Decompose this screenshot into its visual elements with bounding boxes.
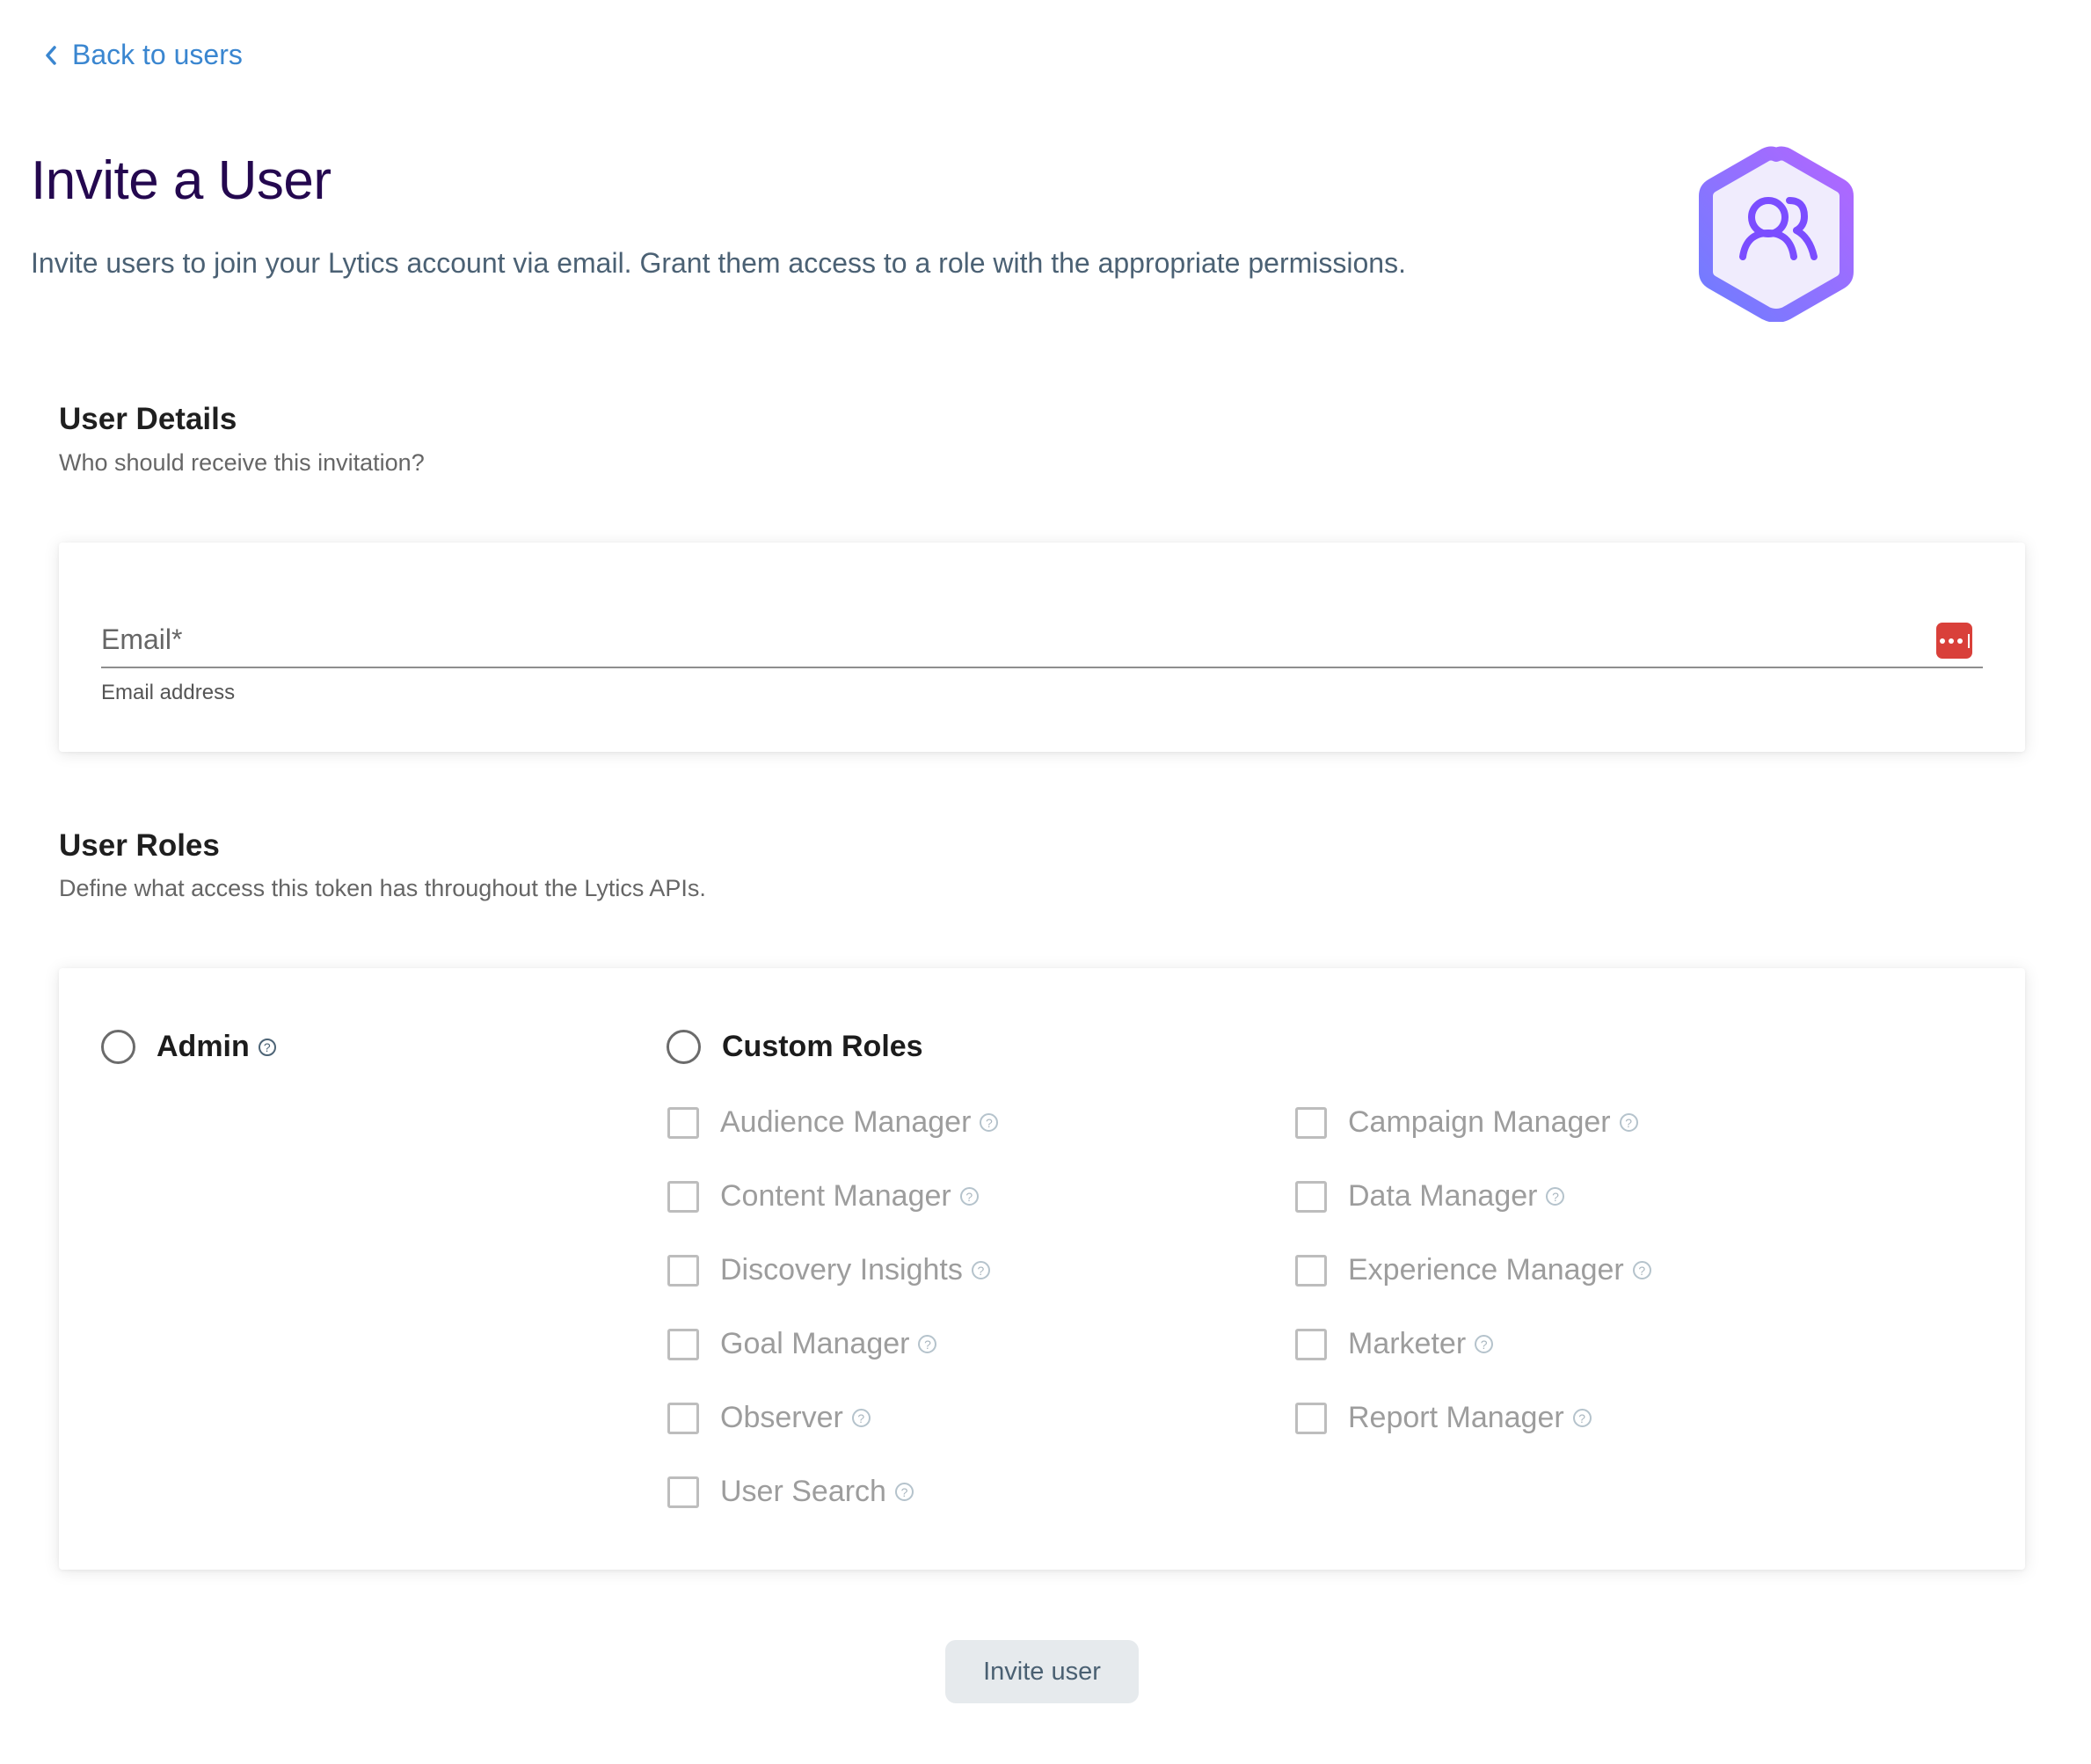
- admin-radio-option[interactable]: Admin ?: [101, 1030, 276, 1064]
- invite-user-button[interactable]: Invite user: [945, 1640, 1139, 1703]
- role-checkbox[interactable]: [667, 1106, 699, 1139]
- help-circle-icon[interactable]: ?: [959, 1187, 979, 1206]
- role-checkbox[interactable]: [667, 1254, 699, 1287]
- password-manager-icon[interactable]: [1936, 623, 1972, 659]
- role-checkbox[interactable]: [1295, 1402, 1327, 1434]
- help-circle-icon[interactable]: ?: [1546, 1187, 1565, 1206]
- email-input[interactable]: [101, 613, 1983, 667]
- email-helper-text: Email address: [101, 681, 236, 704]
- role-label: Experience Manager: [1348, 1253, 1624, 1287]
- role-label: Campaign Manager: [1348, 1105, 1611, 1139]
- help-circle-icon[interactable]: ?: [1572, 1409, 1592, 1427]
- help-circle-icon[interactable]: ?: [1475, 1335, 1494, 1353]
- help-circle-icon[interactable]: ?: [258, 1038, 276, 1056]
- user-roles-title: User Roles: [59, 828, 220, 863]
- role-option[interactable]: Campaign Manager?: [1295, 1105, 1638, 1140]
- role-label: Audience Manager: [720, 1105, 972, 1139]
- user-roles-card: Admin ? Custom Roles Audience Manager? Co…: [59, 968, 2025, 1570]
- page-title: Invite a User: [31, 150, 332, 211]
- role-option[interactable]: Data Manager?: [1295, 1179, 1565, 1214]
- help-circle-icon[interactable]: ?: [980, 1113, 999, 1132]
- user-details-title: User Details: [59, 402, 237, 436]
- role-checkbox[interactable]: [667, 1180, 699, 1213]
- role-checkbox[interactable]: [1295, 1328, 1327, 1360]
- custom-roles-label: Custom Roles: [722, 1030, 923, 1063]
- user-details-card: Email* Email address: [59, 543, 2025, 752]
- help-circle-icon[interactable]: ?: [851, 1409, 871, 1427]
- admin-label: Admin: [157, 1030, 250, 1063]
- role-label: Report Manager: [1348, 1401, 1564, 1434]
- custom-roles-radio-option[interactable]: Custom Roles: [667, 1030, 923, 1064]
- role-option[interactable]: Report Manager?: [1295, 1401, 1592, 1435]
- back-link-label: Back to users: [72, 39, 243, 70]
- role-option[interactable]: Discovery Insights?: [667, 1253, 990, 1287]
- role-option[interactable]: Audience Manager?: [667, 1105, 999, 1140]
- help-circle-icon[interactable]: ?: [971, 1261, 990, 1279]
- custom-roles-radio[interactable]: [667, 1030, 701, 1064]
- role-option[interactable]: User Search?: [667, 1475, 914, 1509]
- role-option[interactable]: Goal Manager?: [667, 1327, 937, 1361]
- back-to-users-link[interactable]: Back to users: [42, 39, 243, 71]
- admin-radio[interactable]: [101, 1030, 135, 1064]
- role-label: Discovery Insights: [720, 1253, 963, 1287]
- role-label: Content Manager: [720, 1179, 951, 1213]
- role-checkbox[interactable]: [667, 1476, 699, 1508]
- user-details-subtitle: Who should receive this invitation?: [59, 449, 425, 476]
- chevron-left-icon: [46, 45, 56, 65]
- role-checkbox[interactable]: [1295, 1106, 1327, 1139]
- role-option[interactable]: Observer?: [667, 1401, 871, 1435]
- user-roles-subtitle: Define what access this token has throug…: [59, 875, 706, 901]
- role-label: Marketer: [1348, 1327, 1467, 1360]
- role-checkbox[interactable]: [1295, 1180, 1327, 1213]
- help-circle-icon[interactable]: ?: [918, 1335, 937, 1353]
- email-underline: [101, 667, 1983, 668]
- role-label: Observer: [720, 1401, 843, 1434]
- users-hexagon-icon: [1699, 146, 1854, 322]
- role-checkbox[interactable]: [667, 1402, 699, 1434]
- role-label: User Search: [720, 1475, 886, 1508]
- help-circle-icon[interactable]: ?: [1619, 1113, 1638, 1132]
- role-option[interactable]: Experience Manager?: [1295, 1253, 1651, 1287]
- role-option[interactable]: Content Manager?: [667, 1179, 979, 1214]
- help-circle-icon[interactable]: ?: [894, 1483, 914, 1501]
- help-circle-icon[interactable]: ?: [1632, 1261, 1651, 1279]
- role-checkbox[interactable]: [667, 1328, 699, 1360]
- role-label: Goal Manager: [720, 1327, 910, 1360]
- role-label: Data Manager: [1348, 1179, 1538, 1213]
- role-option[interactable]: Marketer?: [1295, 1327, 1494, 1361]
- role-checkbox[interactable]: [1295, 1254, 1327, 1287]
- page-description: Invite users to join your Lytics account…: [31, 247, 1406, 279]
